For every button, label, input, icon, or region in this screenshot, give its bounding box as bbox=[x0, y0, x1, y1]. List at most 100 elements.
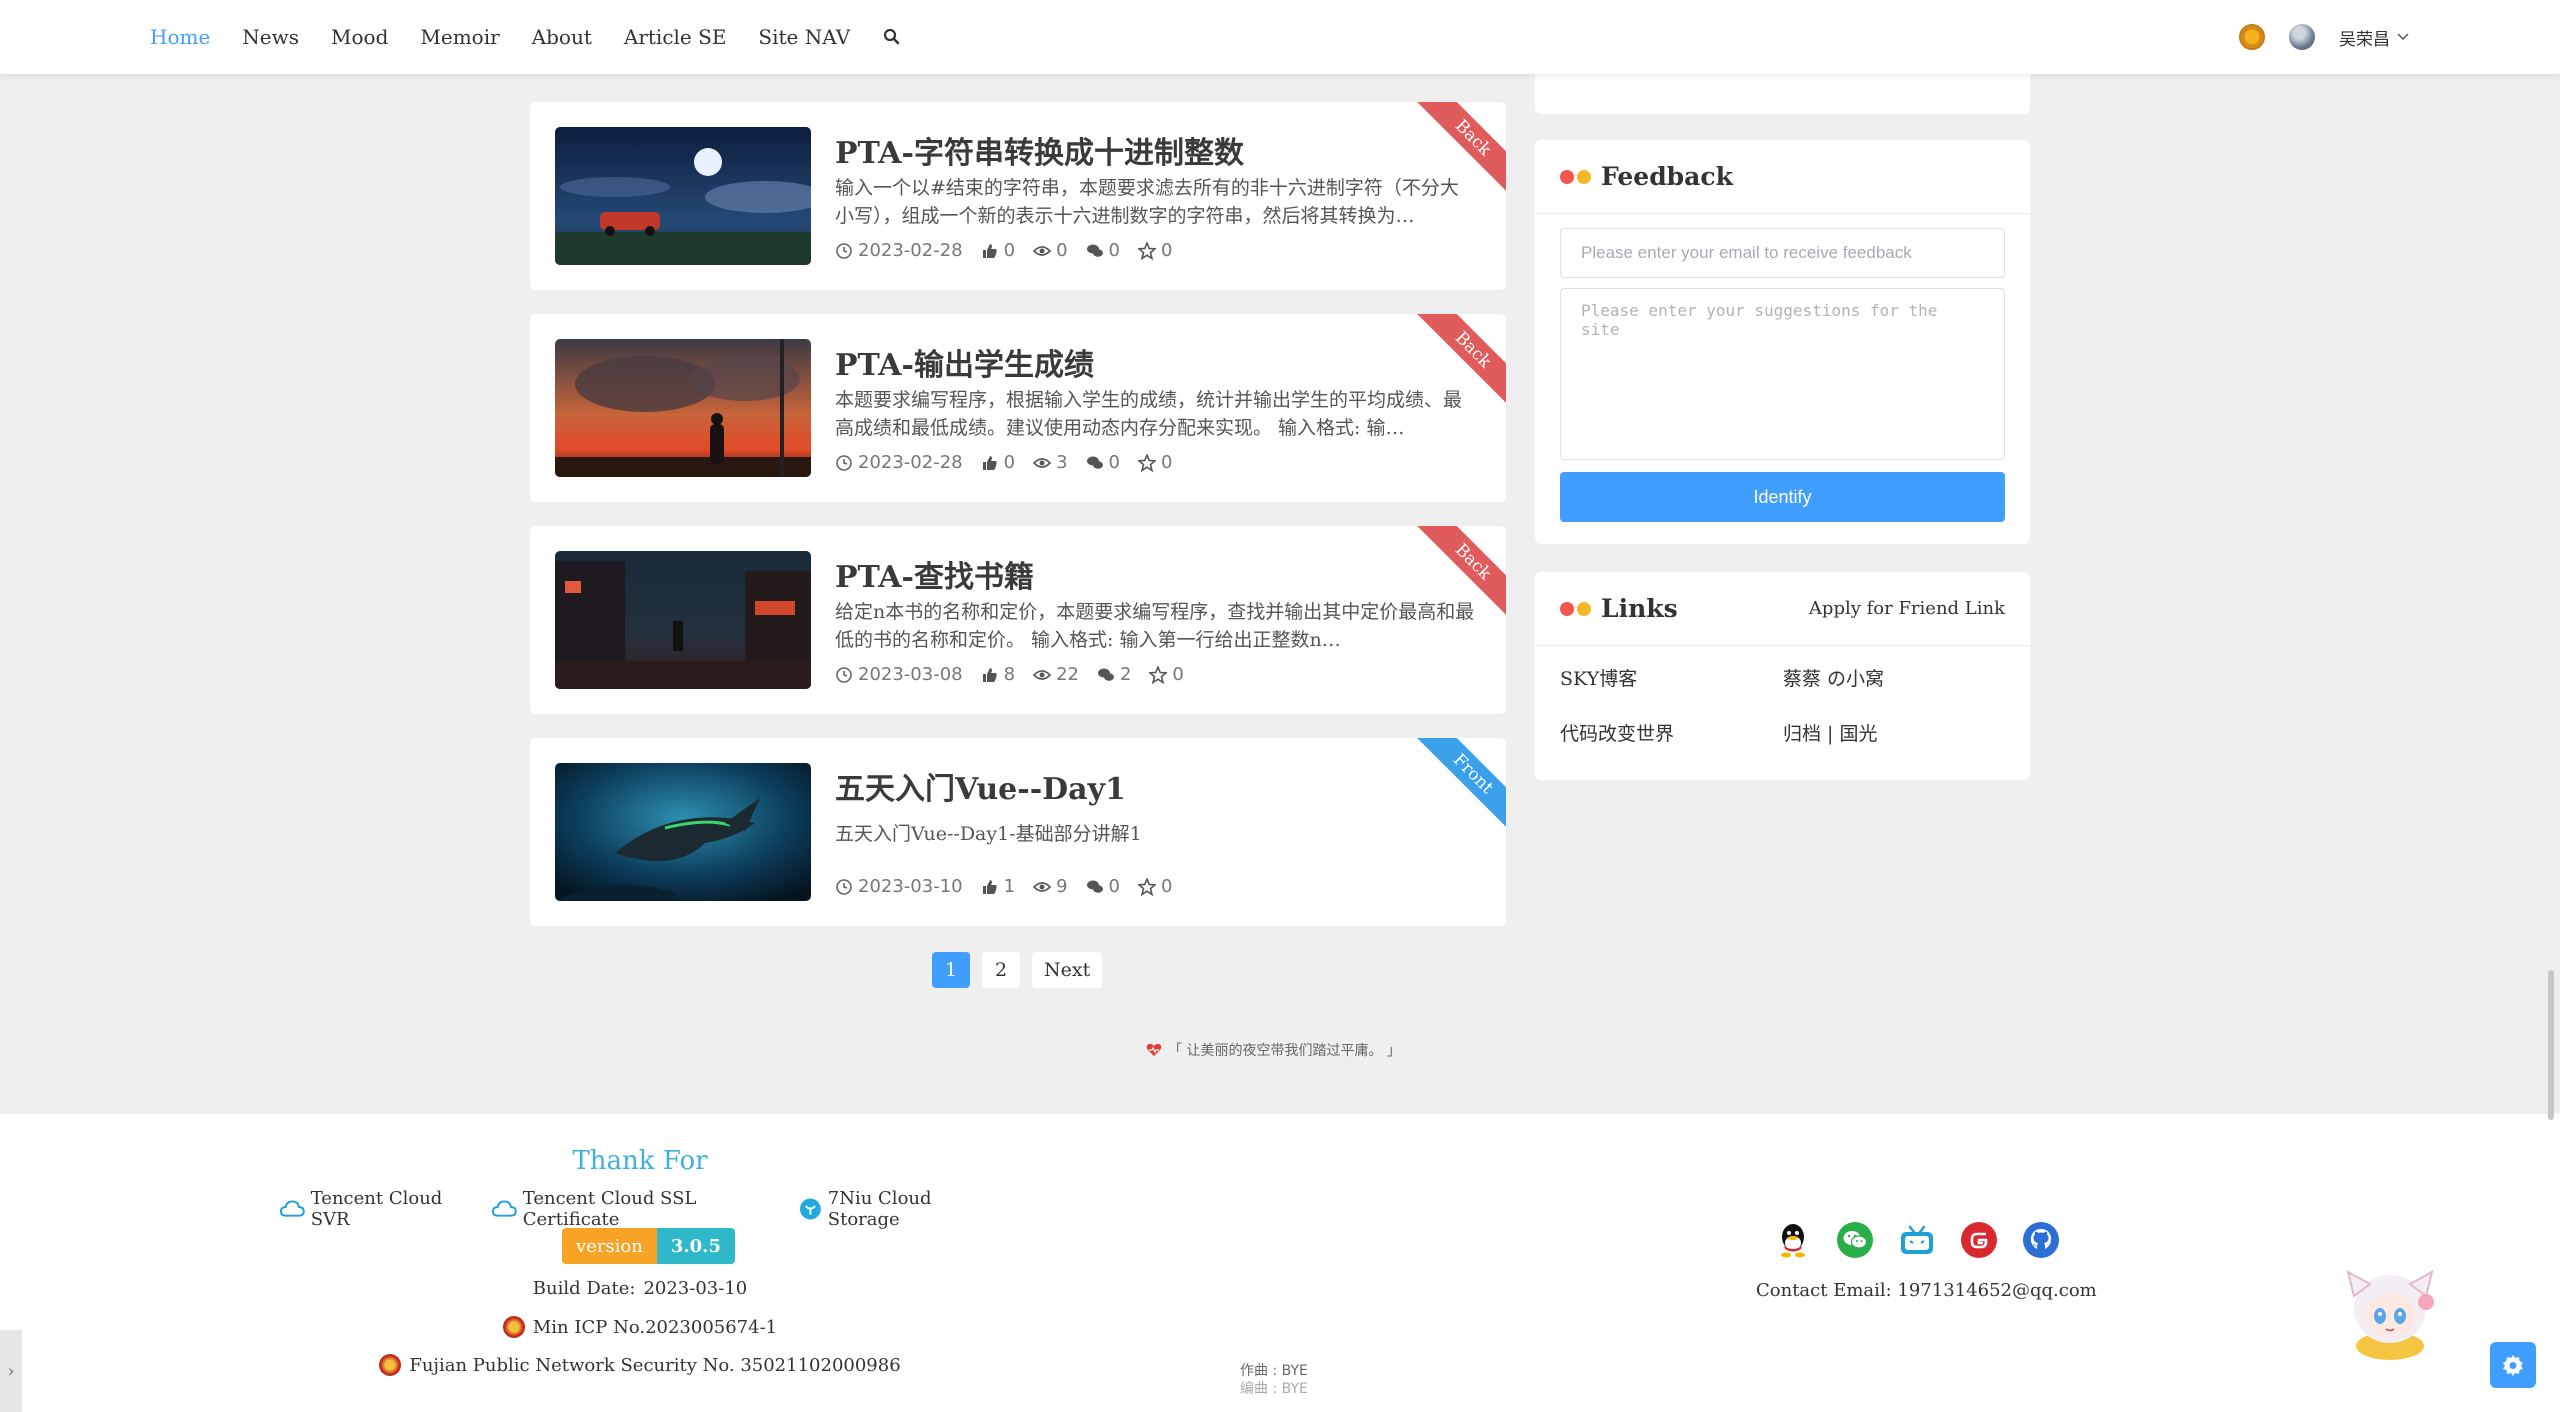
thumbs-up-icon bbox=[982, 455, 997, 470]
suggestion-textarea[interactable]: Please enter your suggestions for the si… bbox=[1560, 288, 2005, 460]
article-thumbnail[interactable] bbox=[555, 339, 811, 477]
cloud-icon bbox=[280, 1200, 305, 1217]
article-title[interactable]: PTA-输出学生成绩 bbox=[835, 340, 1094, 384]
settings-button[interactable] bbox=[2490, 1342, 2536, 1388]
nav-item-home[interactable]: Home bbox=[150, 25, 210, 49]
mascot-widget[interactable] bbox=[2340, 1254, 2440, 1364]
nav-item-mood[interactable]: Mood bbox=[331, 25, 388, 49]
sponsor-item[interactable]: Tencent Cloud SVR bbox=[280, 1188, 478, 1230]
clock-icon bbox=[836, 454, 852, 471]
likes-count: 0 bbox=[1003, 452, 1016, 473]
stars-count: 0 bbox=[1160, 452, 1173, 473]
email-field[interactable]: Please enter your email to receive feedb… bbox=[1560, 228, 2005, 278]
avatar[interactable] bbox=[2289, 24, 2315, 50]
comments-meta: 0 bbox=[1086, 876, 1120, 897]
article-date: 2023-02-28 bbox=[858, 240, 963, 261]
article-date: 2023-03-08 bbox=[858, 664, 963, 685]
contact-value: 1971314652@qq.com bbox=[1897, 1280, 2097, 1301]
expand-side-tab[interactable]: › bbox=[0, 1330, 22, 1412]
security-record[interactable]: Fujian Public Network Security No. 35021… bbox=[280, 1354, 1000, 1376]
stars-count: 0 bbox=[1160, 876, 1173, 897]
icp-record[interactable]: Min ICP No.2023005674-1 bbox=[280, 1316, 1000, 1338]
sponsor-item[interactable]: 7Niu Cloud Storage bbox=[799, 1188, 1000, 1230]
security-text: Fujian Public Network Security No. 35021… bbox=[409, 1354, 901, 1376]
date-meta: 2023-02-28 bbox=[835, 240, 963, 261]
article-meta: 2023-03-10 1 9 0 0 bbox=[835, 876, 1172, 897]
stars-meta: 0 bbox=[1137, 452, 1173, 473]
chevron-down-icon bbox=[2397, 33, 2409, 41]
user-menu[interactable]: 吴荣昌 bbox=[2339, 25, 2410, 50]
contact-email[interactable]: Contact Email: 1971314652@qq.com bbox=[1756, 1280, 2097, 1301]
friend-link[interactable]: 蔡蔡 の小窝 bbox=[1783, 664, 2006, 691]
article-title[interactable]: PTA-字符串转换成十进制整数 bbox=[835, 128, 1244, 172]
github-icon[interactable] bbox=[2023, 1222, 2059, 1258]
comments-icon bbox=[1097, 668, 1114, 681]
gitee-icon[interactable] bbox=[1961, 1222, 1997, 1258]
sponsor-label: Tencent Cloud SSL Certificate bbox=[522, 1188, 697, 1230]
comments-icon bbox=[1086, 880, 1103, 893]
article-card[interactable]: 五天入门Vue--Day1 五天入门Vue--Day1-基础部分讲解1 2023… bbox=[530, 738, 1506, 926]
apply-friend-link[interactable]: Apply for Friend Link bbox=[1809, 598, 2005, 619]
star-icon bbox=[1137, 877, 1156, 896]
comments-icon bbox=[1086, 244, 1103, 257]
nav-item-news[interactable]: News bbox=[242, 25, 299, 49]
likes-meta[interactable]: 0 bbox=[981, 452, 1015, 473]
nav-item-memoir[interactable]: Memoir bbox=[420, 25, 499, 49]
theme-toggle-icon[interactable] bbox=[2239, 24, 2265, 50]
top-navbar: Home News Mood Memoir About Article SE S… bbox=[0, 0, 2560, 74]
article-card[interactable]: PTA-字符串转换成十进制整数 输入一个以#结束的字符串，本题要求滤去所有的非十… bbox=[530, 102, 1506, 290]
arranger-credit: 编曲 : BYE bbox=[1240, 1381, 1308, 1397]
friend-link[interactable]: 归档 | 国光 bbox=[1783, 719, 2006, 746]
friend-link[interactable]: 代码改变世界 bbox=[1560, 719, 1783, 746]
bilibili-icon[interactable] bbox=[1899, 1222, 1935, 1258]
nav-item-about[interactable]: About bbox=[532, 25, 592, 49]
star-icon bbox=[1137, 241, 1156, 260]
likes-meta[interactable]: 0 bbox=[981, 240, 1015, 261]
eye-icon bbox=[1033, 245, 1052, 256]
build-date: Build Date: 2023-03-10 bbox=[280, 1278, 1000, 1299]
sponsor-item[interactable]: Tencent Cloud SSL Certificate bbox=[492, 1188, 785, 1230]
likes-meta[interactable]: 8 bbox=[981, 664, 1015, 685]
emblem-icon bbox=[379, 1354, 402, 1376]
article-card[interactable]: PTA-输出学生成绩 本题要求编写程序，根据输入学生的成绩，统计并输出学生的平均… bbox=[530, 314, 1506, 502]
likes-count: 8 bbox=[1003, 664, 1016, 685]
icp-text: Min ICP No.2023005674-1 bbox=[532, 1316, 778, 1338]
article-thumbnail[interactable] bbox=[555, 551, 811, 689]
views-meta: 0 bbox=[1033, 240, 1068, 261]
qq-icon[interactable] bbox=[1775, 1222, 1811, 1258]
daily-quote: 「 让美丽的夜空带我们踏过平庸。 」 bbox=[1146, 1040, 1401, 1060]
article-excerpt: 本题要求编写程序，根据输入学生的成绩，统计并输出学生的平均成绩、最高成绩和最低成… bbox=[835, 389, 1463, 439]
article-title[interactable]: PTA-查找书籍 bbox=[835, 552, 1034, 596]
wechat-icon[interactable] bbox=[1837, 1222, 1873, 1258]
article-excerpt: 给定n本书的名称和定价，本题要求编写程序，查找并输出其中定价最高和最低的书的名称… bbox=[835, 601, 1475, 651]
article-thumbnail[interactable] bbox=[555, 763, 811, 901]
sponsor-label: 7Niu Cloud Storage bbox=[827, 1188, 932, 1230]
article-date: 2023-02-28 bbox=[858, 452, 963, 473]
version-badge: version 3.0.5 bbox=[562, 1228, 735, 1264]
eye-icon bbox=[1033, 669, 1052, 680]
article-list: PTA-字符串转换成十进制整数 输入一个以#结束的字符串，本题要求滤去所有的非十… bbox=[530, 102, 1506, 950]
comments-count: 0 bbox=[1108, 240, 1120, 261]
stars-count: 0 bbox=[1172, 664, 1184, 685]
scrollbar[interactable] bbox=[2548, 970, 2554, 1120]
article-title[interactable]: 五天入门Vue--Day1 bbox=[835, 764, 1126, 808]
date-meta: 2023-02-28 bbox=[835, 452, 963, 473]
gear-icon bbox=[2503, 1355, 2523, 1376]
page-button-1[interactable]: 1 bbox=[932, 952, 970, 988]
heart-icon bbox=[1146, 1043, 1162, 1056]
user-name: 吴荣昌 bbox=[2339, 29, 2390, 50]
search-icon[interactable] bbox=[882, 27, 902, 47]
next-page-button[interactable]: Next bbox=[1032, 952, 1103, 988]
likes-count: 0 bbox=[1003, 240, 1016, 261]
likes-meta[interactable]: 1 bbox=[981, 876, 1015, 897]
nav-item-site-nav[interactable]: Site NAV bbox=[758, 25, 850, 49]
friend-link[interactable]: SKY博客 bbox=[1560, 664, 1783, 691]
article-meta: 2023-02-28 0 3 0 0 bbox=[835, 452, 1172, 473]
submit-feedback-button[interactable]: Identify bbox=[1560, 472, 2005, 522]
article-thumbnail[interactable] bbox=[555, 127, 811, 265]
article-card[interactable]: PTA-查找书籍 给定n本书的名称和定价，本题要求编写程序，查找并输出其中定价最… bbox=[530, 526, 1506, 714]
nav-item-article-se[interactable]: Article SE bbox=[624, 25, 727, 49]
sponsor-label: Tencent Cloud SVR bbox=[310, 1188, 443, 1230]
article-excerpt: 输入一个以#结束的字符串，本题要求滤去所有的非十六进制字符（不分大小写），组成一… bbox=[835, 177, 1459, 227]
page-button-2[interactable]: 2 bbox=[982, 952, 1020, 988]
